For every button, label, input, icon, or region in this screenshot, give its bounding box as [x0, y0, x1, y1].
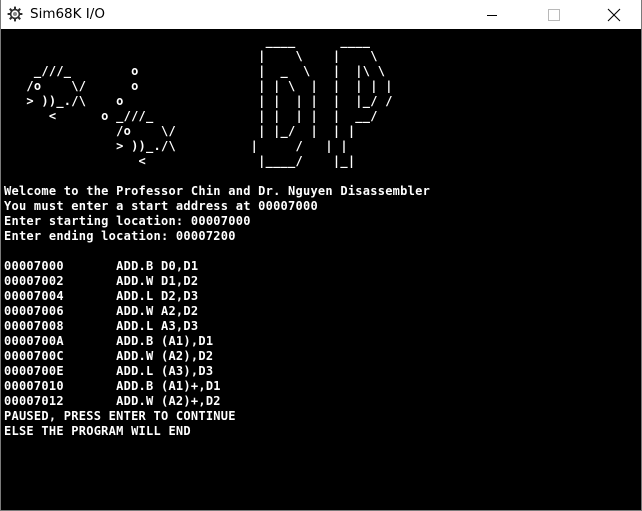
console-line: < o _///_ | | | | | __/: [4, 109, 378, 123]
console-line: 00007008 ADD.L A3,D3: [4, 319, 199, 333]
console-line: Enter starting location: 00007000: [4, 214, 251, 228]
console-line: 00007004 ADD.L D2,D3: [4, 289, 199, 303]
window-title: Sim68K I/O: [30, 6, 105, 22]
console-line: 00007006 ADD.W A2,D2: [4, 304, 199, 318]
close-button[interactable]: [591, 0, 637, 29]
console-line: > ))_./\ | / | |: [4, 139, 348, 153]
console-line: ELSE THE PROGRAM WILL END: [4, 424, 191, 438]
maximize-button[interactable]: [531, 0, 577, 29]
console-line: Welcome to the Professor Chin and Dr. Ng…: [4, 184, 431, 198]
gear-icon[interactable]: [7, 6, 23, 22]
minimize-button[interactable]: [469, 0, 515, 29]
console-line: 00007002 ADD.W D1,D2: [4, 274, 199, 288]
console-line: /o \/ o | | \ | | | | |: [4, 79, 393, 93]
console-line: | \ | \: [4, 49, 378, 63]
console-line: 00007010 ADD.B (A1)+,D1: [4, 379, 221, 393]
console-line: /o \/ | |_/ | | |: [4, 124, 356, 138]
console-line: ____ ____: [4, 34, 371, 48]
console-line: 00007012 ADD.W (A2)+,D2: [4, 394, 221, 408]
console-line: _///_ o | _ \ | |\ \: [4, 64, 386, 78]
console-line: 0000700A ADD.B (A1),D1: [4, 334, 214, 348]
minimize-icon: [486, 9, 498, 21]
maximize-icon: [548, 8, 560, 21]
console-line: 0000700C ADD.W (A2),D2: [4, 349, 214, 363]
app-window: Sim68K I/O ____ ____ | \ | \ _///_ o | _…: [0, 0, 642, 511]
console-line: You must enter a start address at 000070…: [4, 199, 318, 213]
console-text: ____ ____ | \ | \ _///_ o | _ \ | |\ \ /…: [4, 34, 430, 439]
console-line: PAUSED, PRESS ENTER TO CONTINUE: [4, 409, 236, 423]
console-line: 00007000 ADD.B D0,D1: [4, 259, 199, 273]
close-icon: [607, 8, 621, 22]
console-line: Enter ending location: 00007200: [4, 229, 236, 243]
console-line: 0000700E ADD.L (A3),D3: [4, 364, 214, 378]
title-bar[interactable]: Sim68K I/O: [1, 0, 641, 29]
console-line: > ))_./\ o | | | | | |_/ /: [4, 94, 393, 108]
console-line: < |____/ |_|: [4, 154, 356, 168]
console-output[interactable]: ____ ____ | \ | \ _///_ o | _ \ | |\ \ /…: [1, 29, 641, 510]
